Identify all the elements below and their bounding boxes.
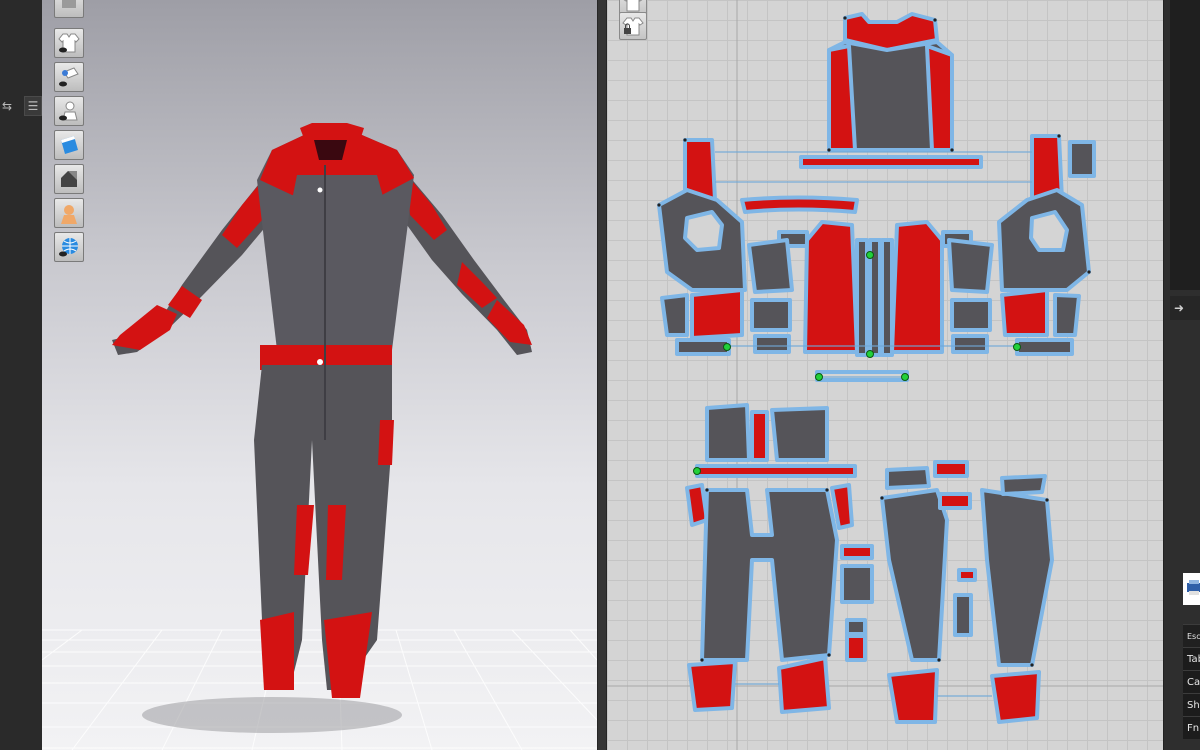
shortcut-item[interactable]: Esc — [1183, 624, 1200, 647]
environment-icon[interactable] — [54, 232, 84, 262]
clo3d-window: ⇆ ☰ ➜ Esc Ta Ca Sh Fn — [0, 0, 1200, 750]
viewport-3d[interactable] — [42, 0, 597, 750]
shortcut-item[interactable]: Fn — [1183, 716, 1200, 739]
skin-icon[interactable] — [54, 198, 84, 228]
shortcut-item[interactable]: Sh — [1183, 693, 1200, 716]
show-garment-icon[interactable] — [54, 28, 84, 58]
show-avatar-icon[interactable] — [54, 96, 84, 126]
shortcut-list: Esc Tab Ca Sh Fn — [1183, 624, 1200, 739]
chevron-icon[interactable]: ⇆ — [0, 96, 14, 116]
pattern-pieces[interactable] — [607, 0, 1163, 750]
toolbar-top-button[interactable] — [54, 0, 84, 18]
window-divider[interactable] — [597, 0, 607, 750]
lock-icon[interactable] — [619, 12, 647, 40]
right-panel: ➜ Esc Tab Ca Sh Fn — [1163, 0, 1200, 750]
expand-arrow-icon[interactable]: ➜ — [1170, 296, 1200, 320]
shading-icon[interactable] — [54, 164, 84, 194]
shortcut-item[interactable]: Ca — [1183, 670, 1200, 693]
shortcut-item[interactable]: Tab — [1183, 647, 1200, 670]
left-side-strip: ⇆ ☰ — [0, 0, 42, 750]
viewport-2d-pattern[interactable] — [607, 0, 1163, 750]
list-view-icon[interactable]: ☰ — [24, 96, 42, 116]
strip-tools: ⇆ ☰ — [0, 96, 42, 122]
object-browser-panel — [1170, 0, 1200, 290]
garment-3d[interactable] — [42, 0, 597, 750]
texture-icon[interactable] — [54, 130, 84, 160]
show-pins-icon[interactable] — [54, 62, 84, 92]
printer-icon[interactable] — [1183, 573, 1200, 605]
